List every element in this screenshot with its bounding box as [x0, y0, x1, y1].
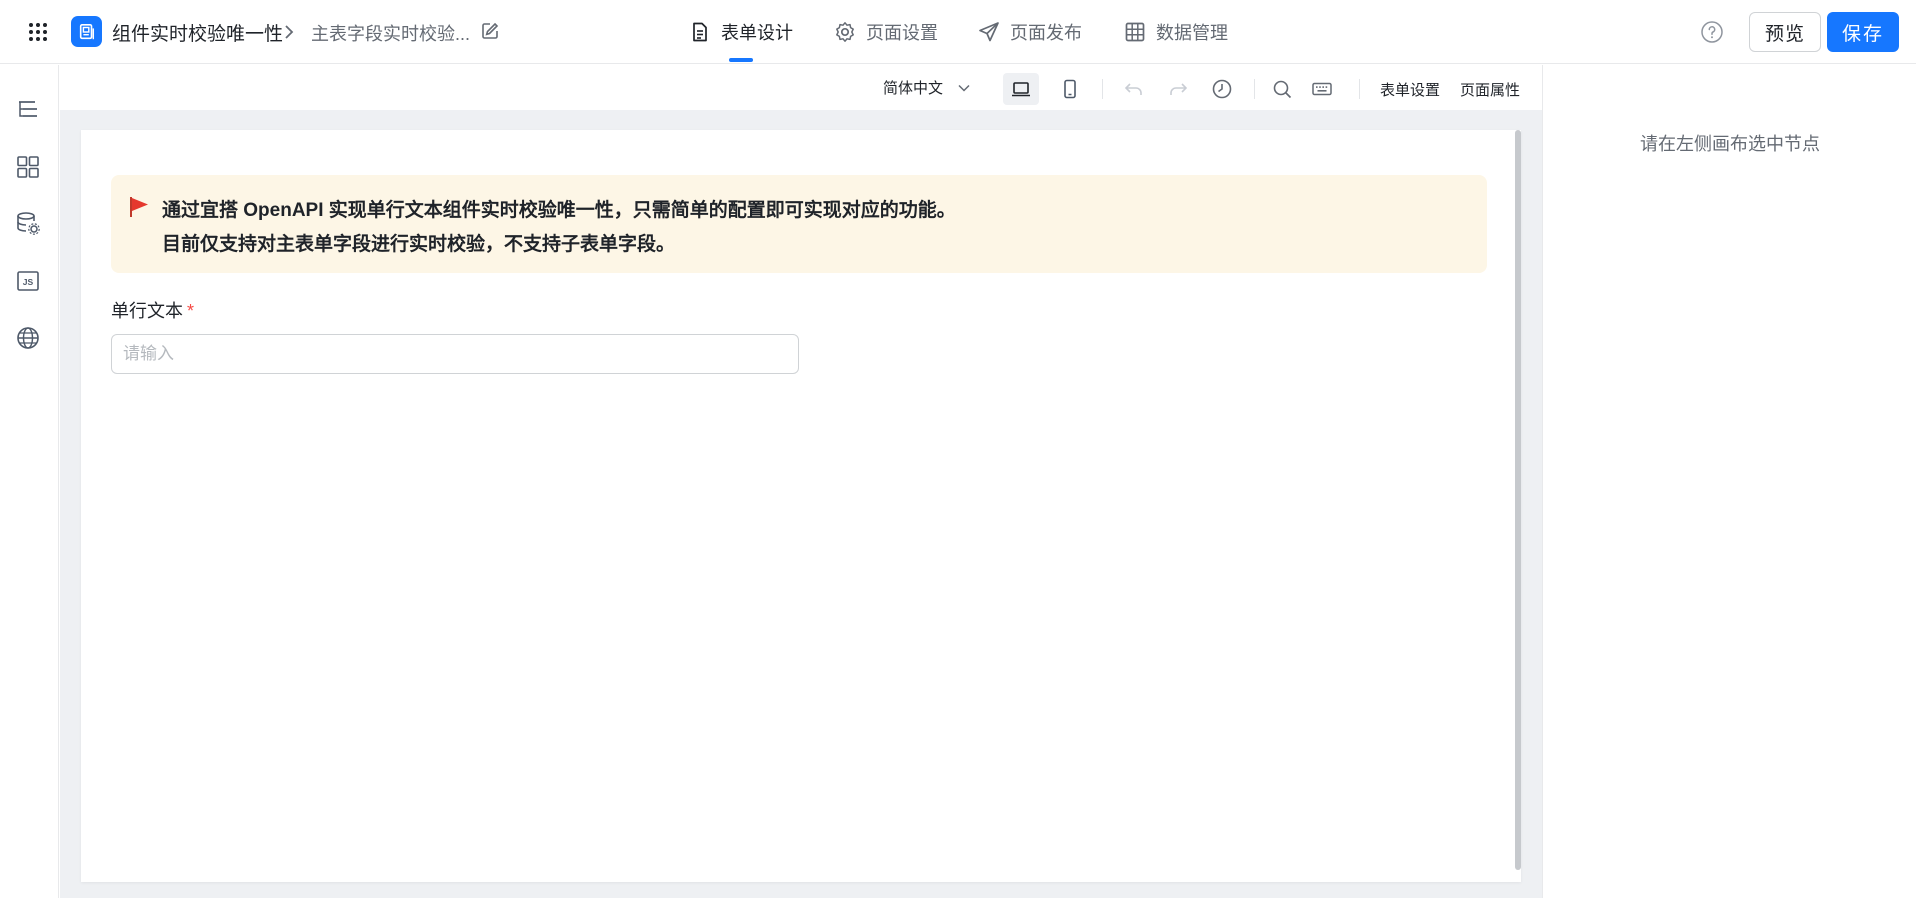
undo-button[interactable]: [1116, 73, 1152, 105]
flag-icon: [127, 195, 151, 219]
form-settings-button[interactable]: 表单设置: [1380, 79, 1440, 100]
tab-page-publish[interactable]: 页面发布: [978, 0, 1082, 64]
redo-icon: [1170, 83, 1188, 95]
notice-line-1: 通过宜搭 OpenAPI 实现单行文本组件实时校验唯一性，只需简单的配置即可实现…: [162, 200, 956, 221]
tab-label: 页面发布: [1010, 23, 1082, 43]
svg-text:JS: JS: [23, 277, 34, 287]
globe-icon[interactable]: [15, 325, 41, 351]
preview-button[interactable]: 预览: [1749, 12, 1821, 52]
data-source-icon[interactable]: [15, 211, 41, 237]
js-code-icon[interactable]: JS: [15, 268, 41, 294]
keyboard-icon: [1312, 82, 1332, 96]
outline-tree-icon[interactable]: [15, 97, 41, 123]
toolbar-divider: [1254, 79, 1255, 99]
app-grid-icon[interactable]: [26, 20, 50, 44]
shortcuts-button[interactable]: [1304, 73, 1340, 105]
search-icon: [1273, 80, 1292, 99]
app-name[interactable]: 组件实时校验唯一性: [112, 19, 283, 46]
left-rail: JS: [0, 65, 59, 898]
page-properties-button[interactable]: 页面属性: [1460, 79, 1520, 100]
notice-banner: 通过宜搭 OpenAPI 实现单行文本组件实时校验唯一性，只需简单的配置即可实现…: [111, 175, 1487, 273]
required-mark: *: [187, 301, 195, 321]
mobile-phone-icon: [1064, 79, 1076, 99]
app-logo-icon: [71, 16, 102, 47]
page-name[interactable]: 主表字段实时校验...: [311, 20, 470, 46]
clock-icon: [1212, 79, 1232, 99]
properties-panel: 请在左侧画布选中节点: [1542, 65, 1916, 898]
field-label: 单行文本 *: [111, 297, 194, 323]
empty-selection-hint: 请在左侧画布选中节点: [1640, 134, 1820, 154]
tab-page-settings[interactable]: 页面设置: [834, 0, 938, 64]
field-label-text: 单行文本: [111, 301, 183, 321]
language-select[interactable]: 简体中文: [883, 75, 971, 100]
tab-label: 数据管理: [1156, 23, 1228, 43]
document-icon: [693, 22, 707, 42]
components-grid-icon[interactable]: [15, 154, 41, 180]
tab-data-management[interactable]: 数据管理: [1124, 0, 1228, 64]
tab-label: 表单设计: [721, 23, 793, 43]
tab-label: 页面设置: [866, 23, 938, 43]
save-button[interactable]: 保存: [1827, 12, 1899, 52]
form-canvas[interactable]: 通过宜搭 OpenAPI 实现单行文本组件实时校验唯一性，只需简单的配置即可实现…: [81, 130, 1521, 882]
laptop-icon: [1012, 82, 1030, 97]
canvas-scrollbar[interactable]: [1515, 130, 1521, 870]
redo-button[interactable]: [1160, 73, 1196, 105]
search-button[interactable]: [1264, 73, 1300, 105]
toolbar-divider: [1102, 79, 1103, 99]
help-icon[interactable]: [1700, 20, 1724, 44]
gear-icon: [836, 22, 854, 42]
active-tab-indicator: [729, 58, 753, 62]
toolbar-divider: [1359, 79, 1360, 99]
single-line-text-input[interactable]: [111, 334, 799, 374]
notice-line-2: 目前仅支持对主表单字段进行实时校验，不支持子表单字段。: [162, 234, 676, 255]
history-button[interactable]: [1204, 73, 1240, 105]
designer-canvas-area: 简体中文 表单设置 页面属性 通过宜搭 OpenAPI 实现单行文本组件实时校验…: [60, 65, 1542, 898]
mobile-view-button[interactable]: [1052, 73, 1088, 105]
top-header: 组件实时校验唯一性 主表字段实时校验... 表单设计 页面设置 页面发布 数据管…: [0, 0, 1916, 64]
edit-icon[interactable]: [480, 21, 500, 41]
paper-plane-icon: [979, 22, 999, 42]
language-label: 简体中文: [883, 80, 944, 97]
tab-form-design[interactable]: 表单设计: [689, 0, 793, 64]
table-icon: [1125, 22, 1145, 42]
desktop-view-button[interactable]: [1003, 73, 1039, 105]
undo-icon: [1124, 83, 1142, 95]
chevron-down-icon: [958, 84, 970, 92]
chevron-right-icon: [281, 22, 297, 42]
canvas-toolbar: 简体中文 表单设置 页面属性: [60, 65, 1542, 110]
